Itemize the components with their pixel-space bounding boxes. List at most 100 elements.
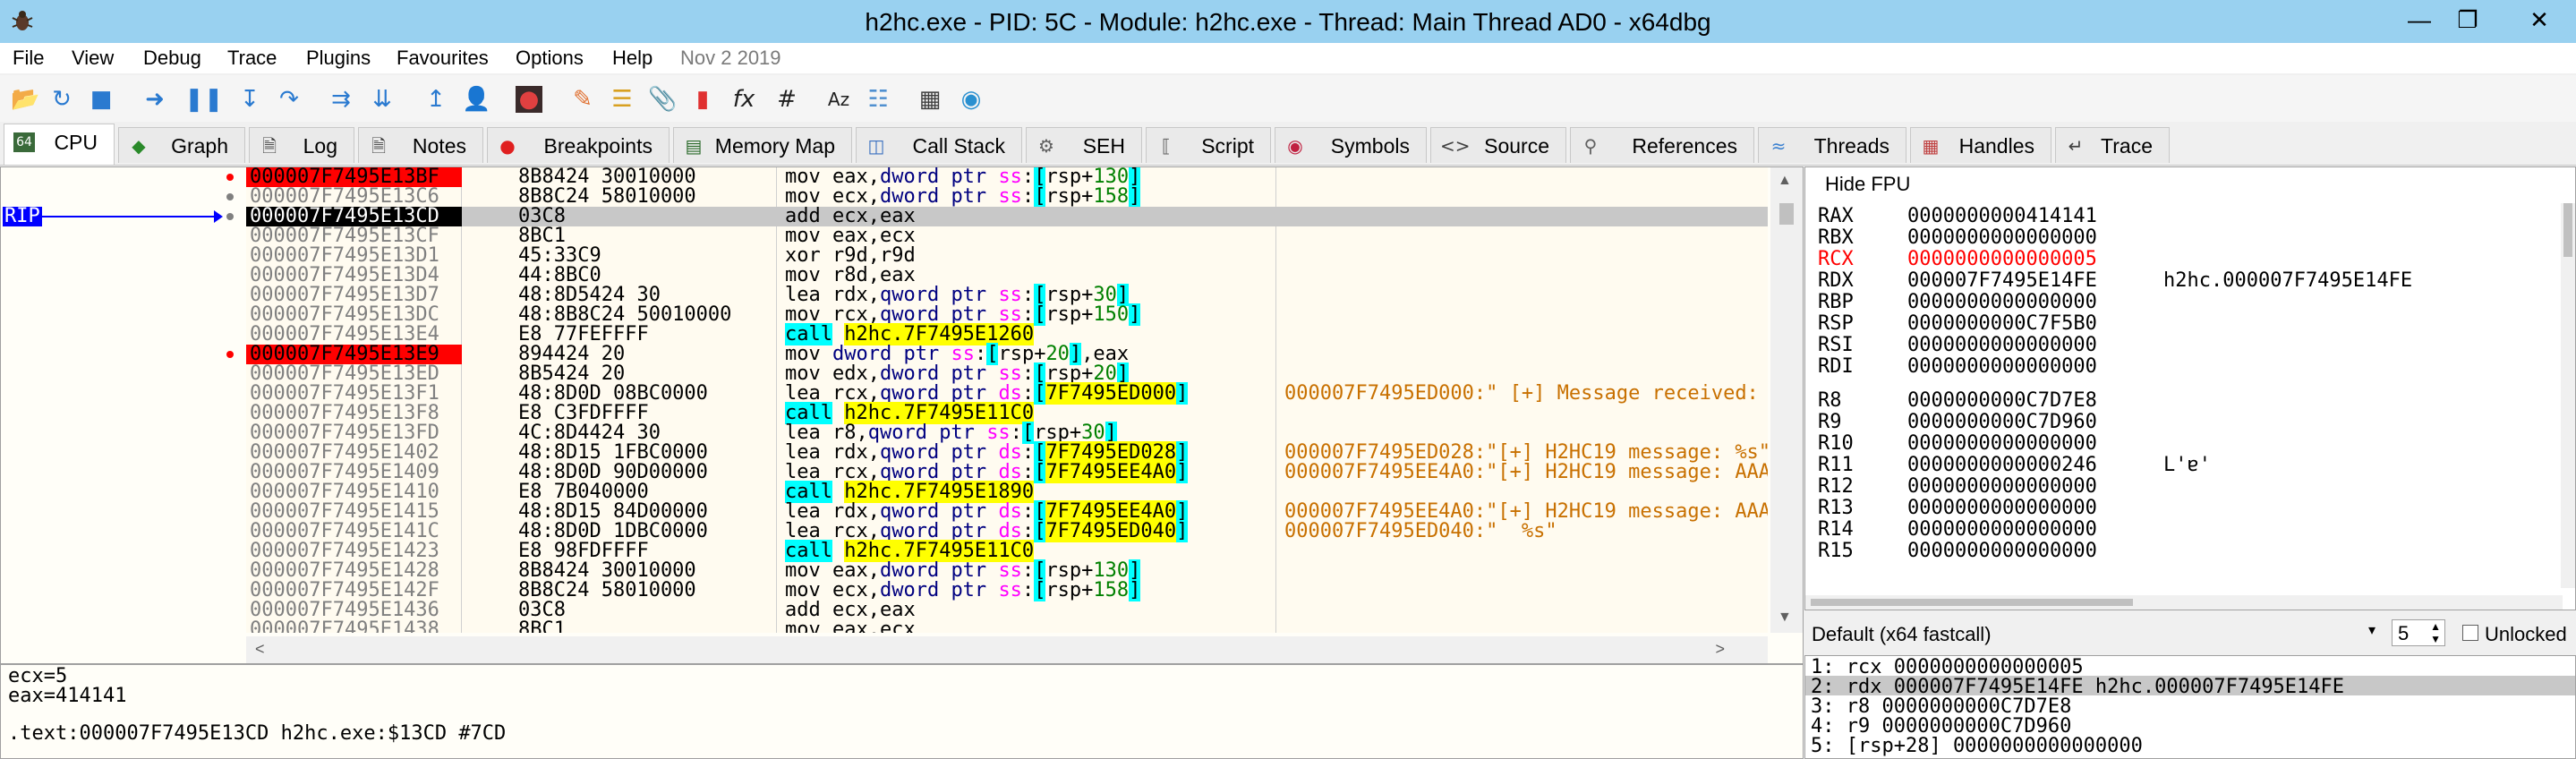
- menu-trace[interactable]: Trace: [227, 47, 277, 70]
- register-row[interactable]: R15 0000000000000000: [1818, 542, 2097, 561]
- register-row[interactable]: R9 0000000000C7D960: [1818, 413, 2097, 432]
- tab-memory-map[interactable]: ▤ Memory Map: [673, 127, 852, 163]
- tab-script[interactable]: ⟦ Script: [1146, 127, 1271, 163]
- tab-source[interactable]: <> Source: [1430, 127, 1566, 163]
- disasm-row[interactable]: 000007F7495E13DC 48:8B8C24 50010000 mov rc…: [246, 303, 1768, 326]
- patch-icon[interactable]: ✎: [569, 86, 596, 113]
- calling-convention-select[interactable]: Default (x64 fastcall): [1812, 623, 1992, 646]
- tab-breakpoints[interactable]: ● Breakpoints: [487, 127, 670, 163]
- run-to-user-code-icon[interactable]: 👤: [462, 86, 490, 113]
- stop-icon[interactable]: ■: [88, 86, 115, 113]
- globe-icon[interactable]: ◉: [958, 86, 985, 113]
- row-dot[interactable]: [226, 193, 234, 200]
- register-row[interactable]: RBP 0000000000000000: [1818, 293, 2097, 312]
- restore-button[interactable]: ❐: [2444, 0, 2492, 39]
- row-dot[interactable]: [226, 213, 234, 220]
- tab-symbols[interactable]: ◉ Symbols: [1275, 127, 1427, 163]
- label-icon[interactable]: 📎: [648, 86, 677, 113]
- hide-fpu-button[interactable]: Hide FPU: [1825, 173, 1910, 196]
- calls-icon[interactable]: ☷: [865, 86, 891, 113]
- scroll-up-icon[interactable]: ▲: [1778, 173, 1792, 189]
- trace-into-icon[interactable]: ⇉: [328, 86, 354, 113]
- disasm-row[interactable]: 000007F7495E13D7 48:8D5424 30 lea rdx,qwor…: [246, 284, 1768, 306]
- minimize-button[interactable]: —: [2395, 0, 2444, 39]
- scroll-thumb[interactable]: [1811, 599, 2133, 606]
- unlocked-checkbox[interactable]: [2462, 625, 2478, 641]
- step-into-icon[interactable]: ↧: [236, 86, 263, 113]
- breakpoint-dot[interactable]: [226, 351, 234, 358]
- calculator-icon[interactable]: ▦: [917, 86, 943, 113]
- hash-icon[interactable]: #: [773, 86, 800, 113]
- breakpoint-dot[interactable]: [226, 174, 234, 181]
- menu-view[interactable]: View: [72, 47, 114, 70]
- tab-cpu[interactable]: 64 CPU: [4, 124, 115, 165]
- scroll-thumb[interactable]: [2563, 203, 2572, 257]
- registers-horizontal-scrollbar[interactable]: [1805, 595, 2563, 610]
- disasm-horizontal-scrollbar[interactable]: < >: [246, 636, 1768, 663]
- disasm-row[interactable]: 000007F7495E1410 E8 7B040000 call h2hc.7F7…: [246, 481, 1768, 503]
- disasm-row[interactable]: 000007F7495E13D1 45:33C9 xor r9d,r9d: [246, 246, 1768, 266]
- strings-icon[interactable]: Az: [825, 86, 852, 113]
- register-row[interactable]: R8 0000000000C7D7E8: [1818, 391, 2097, 411]
- tab-handles[interactable]: ▦ Handles: [1910, 127, 2051, 163]
- tab-trace[interactable]: ↵ Trace: [2055, 127, 2170, 163]
- register-row[interactable]: RAX 0000000000414141: [1818, 207, 2097, 226]
- restart-icon[interactable]: ↻: [48, 86, 75, 113]
- scylla-icon[interactable]: ●: [516, 86, 542, 113]
- disasm-row[interactable]: 000007F7495E1428 8B8424 30010000 mov eax,d…: [246, 559, 1768, 582]
- tab-log[interactable]: 🗎 Log: [249, 127, 354, 163]
- scroll-right-icon[interactable]: >: [1715, 640, 1725, 659]
- register-row[interactable]: RDX 000007F7495E14FE h2hc.000007F7495E14FE: [1818, 271, 2412, 291]
- register-row[interactable]: R13 0000000000000000: [1818, 499, 2097, 518]
- branch-gutter[interactable]: RIP: [1, 167, 244, 645]
- disasm-row[interactable]: 000007F7495E1423 E8 98FDFFFF call h2hc.7F7…: [246, 540, 1768, 562]
- function-icon[interactable]: fx: [730, 86, 757, 113]
- scroll-left-icon[interactable]: <: [255, 640, 265, 659]
- step-over-icon[interactable]: ↷: [276, 86, 303, 113]
- disasm-row[interactable]: 000007F7495E13D4 44:8BC0 mov r8d,eax: [246, 266, 1768, 286]
- close-button[interactable]: ✕: [2515, 0, 2563, 39]
- stack-arguments-panel[interactable]: 1: rcx 0000000000000005 2: rdx 000007F74…: [1804, 655, 2576, 759]
- arg-count-spinbox[interactable]: 5 ▲ ▼: [2392, 619, 2445, 646]
- menu-file[interactable]: File: [13, 47, 44, 70]
- disasm-row[interactable]: 000007F7495E13BF 8B8424 30010000 mov eax,d…: [246, 167, 1768, 188]
- tab-notes[interactable]: 🗎 Notes: [358, 127, 483, 163]
- disasm-row[interactable]: 000007F7495E13C6 8B8C24 58010000 mov ecx,d…: [246, 185, 1768, 208]
- registers-vertical-scrollbar[interactable]: [2561, 203, 2575, 588]
- pause-icon[interactable]: ❚❚: [184, 86, 224, 113]
- disasm-row[interactable]: 000007F7495E13FD 4C:8D4424 30 lea r8,qword…: [246, 422, 1768, 444]
- disasm-row[interactable]: 000007F7495E1415 48:8D15 84D00000 lea rdx,…: [246, 500, 1768, 523]
- disasm-row[interactable]: 000007F7495E13CF 8BC1 mov eax,ecx: [246, 226, 1768, 246]
- disasm-row[interactable]: 000007F7495E1402 48:8D15 1FBC0000 lea rdx,…: [246, 441, 1768, 464]
- chevron-down-icon[interactable]: ▾: [2368, 621, 2376, 639]
- execute-till-return-icon[interactable]: ↥: [422, 86, 449, 113]
- tab-graph[interactable]: ◆ Graph: [118, 127, 245, 163]
- menu-plugins[interactable]: Plugins: [306, 47, 371, 70]
- register-row[interactable]: RDI 0000000000000000: [1818, 357, 2097, 377]
- open-icon[interactable]: 📂: [11, 86, 39, 113]
- disasm-row[interactable]: 000007F7495E1436 03C8 add ecx,eax: [246, 601, 1768, 620]
- disasm-row[interactable]: 000007F7495E13E9 894424 20 mov dword ptr s…: [246, 343, 1768, 365]
- register-row[interactable]: R10 0000000000000000: [1818, 434, 2097, 454]
- disasm-row[interactable]: 000007F7495E1438 8BC1 mov eax,ecx: [246, 620, 1768, 634]
- tab-seh[interactable]: ⚙ SEH: [1026, 127, 1142, 163]
- register-row[interactable]: RSP 0000000000C7F5B0: [1818, 314, 2097, 334]
- spin-down-icon[interactable]: ▼: [2430, 633, 2441, 645]
- disasm-row[interactable]: 000007F7495E13E4 E8 77FEFFFF call h2hc.7F7…: [246, 323, 1768, 345]
- trace-over-icon[interactable]: ⇊: [369, 86, 396, 113]
- menu-debug[interactable]: Debug: [143, 47, 201, 70]
- menu-help[interactable]: Help: [612, 47, 653, 70]
- disasm-row[interactable]: 000007F7495E141C 48:8D0D 1DBC0000 lea rcx,…: [246, 520, 1768, 542]
- spin-up-icon[interactable]: ▲: [2430, 620, 2441, 633]
- disasm-row[interactable]: 000007F7495E142F 8B8C24 58010000 mov ecx,d…: [246, 579, 1768, 601]
- menu-favourites[interactable]: Favourites: [397, 47, 489, 70]
- tab-threads[interactable]: ≈ Threads: [1758, 127, 1906, 163]
- disasm-row[interactable]: 000007F7495E13ED 8B5424 20 mov edx,dword p…: [246, 362, 1768, 385]
- bookmark-icon[interactable]: ▮: [689, 86, 716, 113]
- disasm-row[interactable]: 000007F7495E1409 48:8D0D 90D00000 lea rcx,…: [246, 461, 1768, 483]
- tab-call-stack[interactable]: ◫ Call Stack: [856, 127, 1022, 163]
- comment-icon[interactable]: ☰: [609, 86, 635, 113]
- register-row[interactable]: R14 0000000000000000: [1818, 520, 2097, 540]
- register-row[interactable]: RBX 0000000000000000: [1818, 228, 2097, 248]
- register-row[interactable]: RCX 0000000000000005: [1818, 250, 2097, 269]
